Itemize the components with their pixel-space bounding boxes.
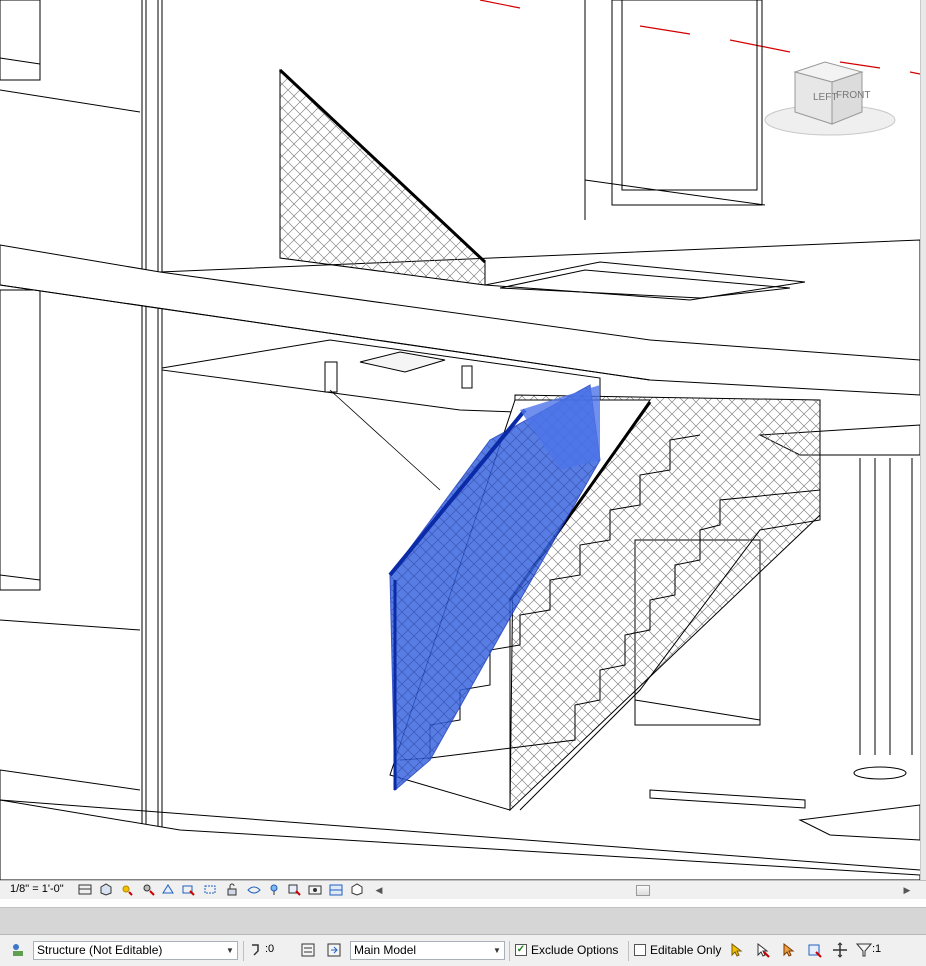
- detail-level-icon[interactable]: [78, 883, 92, 896]
- rendering-icon[interactable]: [161, 883, 175, 896]
- temporary-hide-isolate-icon[interactable]: [247, 883, 261, 896]
- column-vertical: [141, 0, 163, 880]
- gridline-red: [479, 0, 920, 75]
- shadows-icon[interactable]: [141, 883, 155, 896]
- unlock-3d-view-icon[interactable]: [225, 883, 239, 896]
- window-upper-right: [584, 0, 766, 220]
- view-control-bar: 1/8" = 1'-0" ◀ ▶: [0, 880, 926, 899]
- status-bar: Structure (Not Editable) ▼ :0 Main Model…: [0, 934, 926, 966]
- horizontal-scroll-thumb[interactable]: [636, 885, 650, 896]
- visual-style-icon[interactable]: [99, 883, 113, 896]
- show-crop-region-icon[interactable]: [203, 883, 217, 896]
- view-scale[interactable]: 1/8" = 1'-0": [10, 883, 64, 895]
- sun-path-icon[interactable]: [119, 883, 133, 896]
- add-to-set-icon[interactable]: [326, 942, 342, 958]
- chevron-down-icon: ▼: [493, 946, 501, 955]
- select-elements-by-face-icon[interactable]: [806, 942, 822, 958]
- separator: [509, 941, 510, 961]
- horizontal-scrollbar[interactable]: ◀ ▶: [374, 884, 912, 897]
- panel-divider: [0, 907, 926, 934]
- design-options-icon[interactable]: [300, 942, 316, 958]
- reveal-hidden-elements-icon[interactable]: [267, 883, 281, 896]
- separator: [628, 941, 629, 961]
- drag-elements-on-selection-icon[interactable]: [832, 942, 848, 958]
- active-workset-dropdown[interactable]: Structure (Not Editable) ▼: [33, 941, 238, 960]
- viewcube-front-face[interactable]: FRONT: [836, 90, 870, 101]
- filter-selection-count: :1: [872, 943, 882, 955]
- crop-view-icon[interactable]: [181, 883, 195, 896]
- chevron-down-icon: ▼: [226, 946, 234, 955]
- panel-gap: [0, 899, 926, 907]
- active-design-option-value: Main Model: [354, 943, 417, 957]
- exclude-options-checkbox[interactable]: ✓: [515, 944, 527, 956]
- active-workset-value: Structure (Not Editable): [37, 943, 163, 957]
- editable-requests-icon[interactable]: [248, 942, 264, 958]
- viewcube[interactable]: LEFT FRONT: [764, 61, 896, 136]
- editable-requests-count: :0: [265, 943, 275, 955]
- active-design-option-dropdown[interactable]: Main Model ▼: [350, 941, 505, 960]
- 3d-view-canvas[interactable]: LEFT FRONT: [0, 0, 920, 880]
- select-links-icon[interactable]: [728, 942, 744, 958]
- temporary-view-properties-icon[interactable]: [287, 883, 301, 896]
- editable-only-checkbox[interactable]: [634, 944, 646, 956]
- filter-icon[interactable]: [856, 942, 872, 958]
- vertical-scrollbar[interactable]: [920, 0, 926, 880]
- highlight-displacement-icon[interactable]: [329, 883, 343, 896]
- select-pinned-elements-icon[interactable]: [780, 942, 796, 958]
- editable-only-label[interactable]: Editable Only: [650, 943, 721, 957]
- select-underlay-elements-icon[interactable]: [754, 942, 770, 958]
- separator: [243, 941, 244, 961]
- wall-left: [0, 0, 141, 791]
- exclude-options-label[interactable]: Exclude Options: [531, 943, 618, 957]
- railing-mesh-upper: [278, 68, 487, 286]
- worksets-icon[interactable]: [10, 942, 26, 958]
- viewcube-left-face[interactable]: LEFT: [813, 92, 837, 103]
- scroll-left-icon[interactable]: ◀: [374, 884, 384, 897]
- analytical-model-icon[interactable]: [308, 883, 322, 896]
- scroll-right-icon[interactable]: ▶: [902, 884, 912, 897]
- reveal-constraints-icon[interactable]: [350, 883, 364, 896]
